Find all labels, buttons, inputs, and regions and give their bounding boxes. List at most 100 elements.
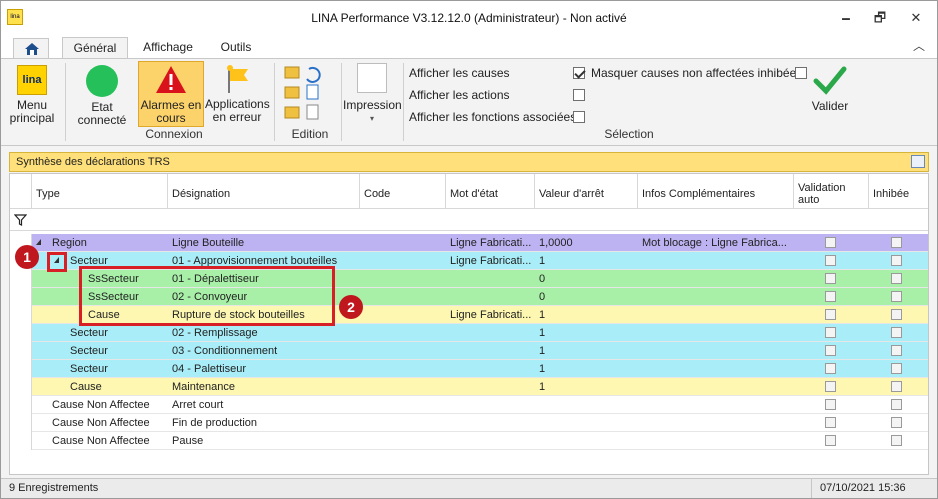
impression-button[interactable]: Impression ▾ bbox=[343, 63, 402, 129]
cell-designation[interactable]: 03 - Conditionnement bbox=[168, 342, 360, 360]
cell-infos[interactable] bbox=[638, 378, 794, 396]
cell-designation[interactable]: Maintenance bbox=[168, 378, 360, 396]
row-selector[interactable] bbox=[10, 414, 32, 432]
inhibee-checkbox[interactable] bbox=[891, 417, 902, 428]
tab-general[interactable]: Général bbox=[62, 37, 128, 59]
cell-infos[interactable] bbox=[638, 270, 794, 288]
cell-code[interactable] bbox=[360, 270, 446, 288]
row-selector[interactable] bbox=[10, 288, 32, 306]
cell-valeur[interactable] bbox=[535, 432, 638, 450]
cell-infos[interactable] bbox=[638, 414, 794, 432]
cell-valeur[interactable]: 0 bbox=[535, 288, 638, 306]
validation-auto-checkbox[interactable] bbox=[825, 345, 836, 356]
cell-code[interactable] bbox=[360, 414, 446, 432]
home-tab[interactable] bbox=[13, 38, 49, 58]
cell-designation[interactable]: Arret court bbox=[168, 396, 360, 414]
inhibee-checkbox[interactable] bbox=[891, 273, 902, 284]
cell-infos[interactable] bbox=[638, 342, 794, 360]
cell-valeur[interactable]: 1 bbox=[535, 378, 638, 396]
cell-mot-etat[interactable] bbox=[446, 270, 535, 288]
panel-options-icon[interactable] bbox=[911, 155, 925, 168]
cell-code[interactable] bbox=[360, 360, 446, 378]
option-afficher-causes-checkbox[interactable] bbox=[573, 67, 585, 79]
row-selector[interactable] bbox=[10, 306, 32, 324]
cell-type[interactable]: Cause Non Affectee bbox=[32, 396, 168, 414]
validation-auto-checkbox[interactable] bbox=[825, 291, 836, 302]
cell-type[interactable]: Secteur bbox=[32, 360, 168, 378]
cell-valeur[interactable] bbox=[535, 414, 638, 432]
header-designation[interactable]: Désignation bbox=[168, 174, 360, 209]
restore-button[interactable]: 🗗 bbox=[863, 5, 897, 31]
cell-designation[interactable]: Fin de production bbox=[168, 414, 360, 432]
option-fonctions-associees-checkbox[interactable] bbox=[573, 111, 585, 123]
cell-infos[interactable] bbox=[638, 324, 794, 342]
grid-filter-row[interactable] bbox=[10, 209, 928, 231]
inhibee-checkbox[interactable] bbox=[891, 291, 902, 302]
inhibee-checkbox[interactable] bbox=[891, 309, 902, 320]
cell-mot-etat[interactable] bbox=[446, 324, 535, 342]
row-selector[interactable] bbox=[10, 432, 32, 450]
validation-auto-checkbox[interactable] bbox=[825, 417, 836, 428]
cell-infos[interactable] bbox=[638, 360, 794, 378]
cell-type[interactable]: Cause bbox=[32, 378, 168, 396]
applications-en-erreur-button[interactable]: Applications en erreur bbox=[205, 63, 270, 129]
collapse-ribbon-icon[interactable]: ︿ bbox=[913, 37, 925, 54]
cell-infos[interactable] bbox=[638, 288, 794, 306]
tab-outils[interactable]: Outils bbox=[209, 37, 263, 59]
cell-code[interactable] bbox=[360, 324, 446, 342]
cell-infos[interactable] bbox=[638, 306, 794, 324]
cell-infos[interactable] bbox=[638, 396, 794, 414]
validation-auto-checkbox[interactable] bbox=[825, 435, 836, 446]
header-code[interactable]: Code bbox=[360, 174, 446, 209]
validation-auto-checkbox[interactable] bbox=[825, 255, 836, 266]
validation-auto-checkbox[interactable] bbox=[825, 363, 836, 374]
cell-mot-etat[interactable] bbox=[446, 396, 535, 414]
tab-affichage[interactable]: Affichage bbox=[133, 37, 203, 59]
cell-mot-etat[interactable] bbox=[446, 414, 535, 432]
row-selector[interactable] bbox=[10, 378, 32, 396]
validation-auto-checkbox[interactable] bbox=[825, 327, 836, 338]
row-selector[interactable] bbox=[10, 396, 32, 414]
inhibee-checkbox[interactable] bbox=[891, 345, 902, 356]
inhibee-checkbox[interactable] bbox=[891, 237, 902, 248]
etat-connecte-button[interactable]: Etat connecté bbox=[71, 63, 133, 143]
row-selector[interactable] bbox=[10, 270, 32, 288]
cell-designation[interactable]: Pause bbox=[168, 432, 360, 450]
cell-valeur[interactable]: 0 bbox=[535, 270, 638, 288]
cell-type[interactable]: Cause Non Affectee bbox=[32, 432, 168, 450]
header-valeur-arret[interactable]: Valeur d'arrêt bbox=[535, 174, 638, 209]
cell-mot-etat[interactable] bbox=[446, 360, 535, 378]
table-row[interactable]: Region Ligne Bouteille Ligne Fabricati... 1… bbox=[10, 234, 928, 252]
cell-infos[interactable]: Mot blocage : Ligne Fabrica... bbox=[638, 234, 794, 252]
inhibee-checkbox[interactable] bbox=[891, 435, 902, 446]
row-selector[interactable] bbox=[10, 342, 32, 360]
cell-valeur[interactable]: 1 bbox=[535, 360, 638, 378]
header-type[interactable]: Type bbox=[32, 174, 168, 209]
valider-button[interactable]: Valider bbox=[803, 63, 857, 123]
table-row[interactable]: Cause Non Affectee Fin de production bbox=[10, 414, 928, 432]
cell-mot-etat[interactable]: Ligne Fabricati... bbox=[446, 252, 535, 270]
cell-mot-etat[interactable] bbox=[446, 288, 535, 306]
cell-code[interactable] bbox=[360, 252, 446, 270]
cell-designation[interactable]: 04 - Palettiseur bbox=[168, 360, 360, 378]
cell-code[interactable] bbox=[360, 288, 446, 306]
option-afficher-actions-checkbox[interactable] bbox=[573, 89, 585, 101]
cell-code[interactable] bbox=[360, 378, 446, 396]
cell-valeur[interactable]: 1 bbox=[535, 342, 638, 360]
table-row[interactable]: Cause Maintenance 1 bbox=[10, 378, 928, 396]
cell-code[interactable] bbox=[360, 234, 446, 252]
cell-type[interactable]: Region bbox=[32, 234, 168, 252]
row-selector[interactable] bbox=[10, 360, 32, 378]
header-inhibee[interactable]: Inhibée bbox=[869, 174, 928, 209]
inhibee-checkbox[interactable] bbox=[891, 381, 902, 392]
inhibee-checkbox[interactable] bbox=[891, 327, 902, 338]
cell-code[interactable] bbox=[360, 306, 446, 324]
table-row[interactable]: Secteur 02 - Remplissage 1 bbox=[10, 324, 928, 342]
table-row[interactable]: Secteur 03 - Conditionnement 1 bbox=[10, 342, 928, 360]
validation-auto-checkbox[interactable] bbox=[825, 237, 836, 248]
header-validation-auto[interactable]: Validation auto bbox=[794, 174, 869, 209]
validation-auto-checkbox[interactable] bbox=[825, 381, 836, 392]
header-mot-etat[interactable]: Mot d'état bbox=[446, 174, 535, 209]
cell-designation[interactable]: Ligne Bouteille bbox=[168, 234, 360, 252]
validation-auto-checkbox[interactable] bbox=[825, 309, 836, 320]
